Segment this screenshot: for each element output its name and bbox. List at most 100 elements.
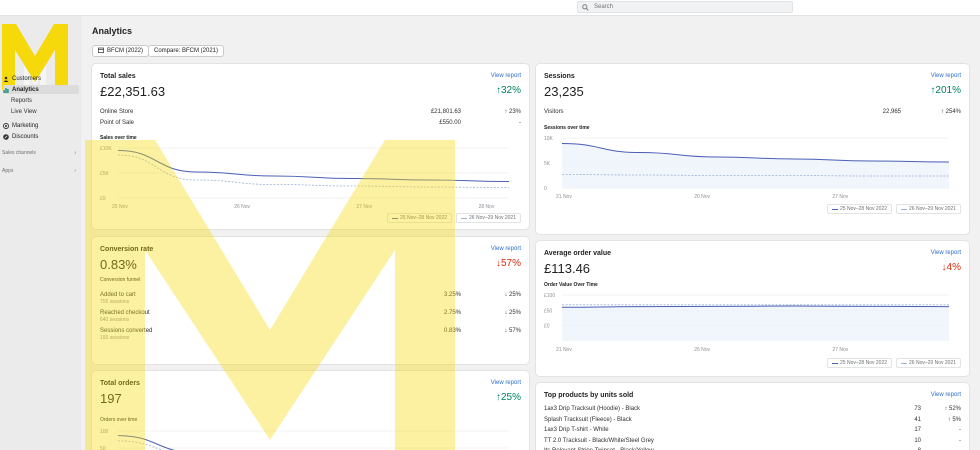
metric-value: 0.83% <box>100 257 137 272</box>
search-input[interactable]: Search <box>577 1 793 13</box>
legend-item-previous: 26 Nov–29 Nov 2021 <box>896 358 961 368</box>
total-sales-card: Total sales View report £22,351.63 ↑32% … <box>92 64 529 229</box>
y-tick-label: £50 <box>544 308 553 314</box>
card-title: Average order value <box>544 250 612 257</box>
units-sold: 10 <box>914 437 921 444</box>
view-report-link[interactable]: View report <box>491 246 521 252</box>
section-label: Sales channels <box>2 150 36 156</box>
view-report-link[interactable]: View report <box>491 380 521 386</box>
legend-item-current: 25 Nov–28 Nov 2022 <box>827 204 893 214</box>
legend-item-previous: 26 Nov–29 Nov 2021 <box>456 213 521 223</box>
funnel-title: Conversion funnel <box>100 277 141 283</box>
y-tick-label: £5K <box>100 171 110 177</box>
product-row[interactable]: Splash Tracksuit (Fleece) - Black 41 ↑ 5% <box>544 417 961 423</box>
metric-change: ↑25% <box>495 392 521 403</box>
product-name: Splash Tracksuit (Fleece) - Black <box>544 416 632 423</box>
section-label: Apps <box>2 168 14 174</box>
chart-title: Orders over time <box>100 417 138 423</box>
chevron-right-icon: › <box>74 150 76 156</box>
sidebar-item-marketing[interactable]: Marketing <box>3 121 79 130</box>
card-title: Total orders <box>100 380 140 387</box>
date-range-button[interactable]: BFCM (2022) <box>92 45 150 57</box>
row-sub: 640 sessions <box>100 317 130 323</box>
card-title: Sessions <box>544 73 575 80</box>
row-value: 22,965 <box>882 109 901 115</box>
series-area <box>562 143 949 188</box>
y-tick-label: 10K <box>544 136 554 142</box>
total-orders-card: Total orders View report 197 ↑25% Orders… <box>92 371 529 450</box>
y-tick-label: 50 <box>100 446 106 450</box>
view-report-link[interactable]: View report <box>931 73 961 79</box>
row-value: 0.83% <box>443 328 461 334</box>
view-report-link[interactable]: View report <box>931 250 961 256</box>
row-label: Visitors <box>544 109 564 115</box>
sidebar-item-label: Discounts <box>12 133 39 140</box>
row-change: ↓ 25% <box>504 310 521 316</box>
search-placeholder: Search <box>594 4 614 10</box>
row-label: Added to cart <box>100 292 136 298</box>
search-icon <box>582 3 589 11</box>
calendar-icon <box>98 47 104 55</box>
units-sold: 41 <box>914 416 921 423</box>
view-report-link[interactable]: View report <box>491 73 521 79</box>
row-sub: 755 sessions <box>100 299 130 305</box>
sidebar-item-label: Marketing <box>12 122 39 129</box>
units-change: ↑ 5% <box>947 416 961 423</box>
metric-value: 197 <box>100 391 122 406</box>
view-report-link[interactable]: View report <box>931 392 961 398</box>
product-row[interactable]: 1ax3 Drip T-shirt - White 17 - <box>544 427 961 433</box>
series-line-previous <box>117 440 163 450</box>
x-tick-label: 25 Nov <box>112 204 128 210</box>
top-products-card: Top products by units sold View report 1… <box>536 383 969 450</box>
sidebar-subitem-live-view[interactable]: Live View <box>11 109 37 115</box>
legend-item-previous: 26 Nov–29 Nov 2021 <box>896 204 961 214</box>
units-change: ↑ 52% <box>944 406 961 412</box>
page-title: Analytics <box>92 26 133 36</box>
row-change: ↑ 23% <box>504 109 521 115</box>
row-label: Sessions converted <box>100 328 153 334</box>
sidebar-item-analytics[interactable]: Analytics <box>3 85 79 94</box>
funnel-row: Reached checkout 640 sessions 2.75% ↓ 25% <box>100 310 521 323</box>
x-tick-label: 27 Nov <box>832 194 848 200</box>
metric-change: ↓4% <box>941 262 961 273</box>
product-name: TT 2.0 Tracksuit - Black/White/Steel Gre… <box>544 437 654 444</box>
compare-button[interactable]: Compare: BFCM (2021) <box>148 45 225 57</box>
chart-legend: 25 Nov–28 Nov 2022 26 Nov–29 Nov 2021 <box>387 213 521 223</box>
sidebar-section-apps[interactable]: Apps › <box>2 168 76 174</box>
y-tick-label: £0 <box>544 324 550 330</box>
sessions-card: Sessions View report 23,235 ↑201% Visito… <box>536 64 969 234</box>
row-change: ↓ 25% <box>504 292 521 298</box>
x-tick-label: 21 Nov <box>556 347 572 353</box>
units-sold: 17 <box>914 427 921 433</box>
series-area <box>562 306 949 341</box>
person-icon <box>3 76 9 82</box>
chart-title: Order Value Over Time <box>544 282 598 288</box>
series-line-current <box>117 150 510 182</box>
compare-label: Compare: BFCM (2021) <box>154 48 219 54</box>
legend-item-current: 25 Nov–28 Nov 2022 <box>387 213 453 223</box>
average-order-value-card: Average order value View report £113.46 … <box>536 241 969 376</box>
sidebar-item-label: Analytics <box>12 86 39 93</box>
units-change: - <box>959 427 961 433</box>
series-line-previous <box>117 154 510 188</box>
chevron-right-icon: › <box>74 168 76 174</box>
product-row[interactable]: 1ax3 Drip Tracksuit (Hoodie) - Black 73 ↑ … <box>544 406 961 412</box>
breakdown-row: Online Store £21,801.63 ↑ 23% <box>100 109 521 115</box>
sidebar-subitem-reports[interactable]: Reports <box>11 98 32 104</box>
funnel-row: Sessions converted 193 sessions 0.83% ↓ 5… <box>100 328 521 341</box>
x-tick-label: 21 Nov <box>556 194 572 200</box>
x-tick-label: 26 Nov <box>234 204 250 210</box>
breakdown-row: Point of Sale £550.00 - <box>100 120 521 126</box>
order-value-chart: £100 £50 £0 21 Nov 26 Nov 27 Nov <box>544 293 950 353</box>
sidebar-item-customers[interactable]: Customers <box>3 74 79 83</box>
x-tick-label: 27 Nov <box>832 347 848 353</box>
sales-chart: £10K £5K £0 25 Nov 26 Nov 27 Nov 28 Nov <box>100 146 510 210</box>
units-sold: 73 <box>914 406 921 412</box>
row-label: Reached checkout <box>100 310 150 316</box>
x-tick-label: 28 Nov <box>479 204 495 210</box>
sidebar-section-sales-channels[interactable]: Sales channels › <box>2 150 76 156</box>
orders-chart: 100 50 <box>100 429 509 450</box>
metric-value: £113.46 <box>544 261 591 276</box>
product-row[interactable]: TT 2.0 Tracksuit - Black/White/Steel Gre… <box>544 438 961 444</box>
sidebar-item-discounts[interactable]: Discounts <box>3 132 79 141</box>
